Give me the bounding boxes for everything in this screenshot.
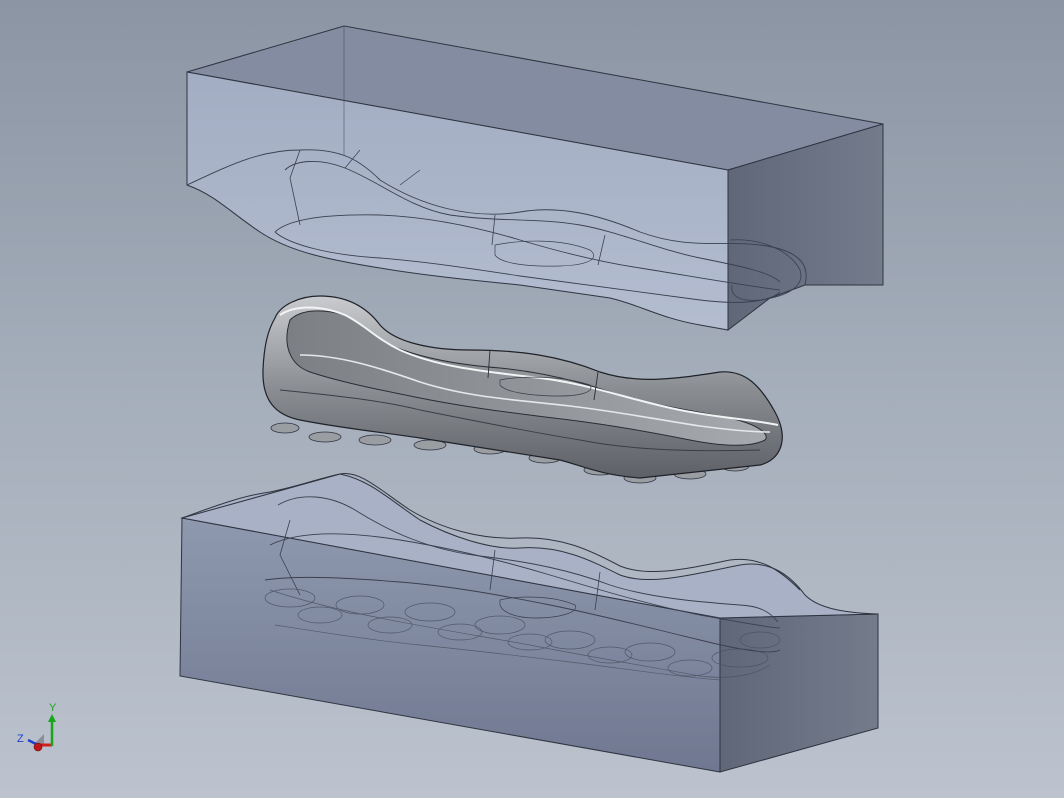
upper-mold-block[interactable] [186, 25, 884, 332]
coordinate-triad[interactable]: Y Z [14, 700, 64, 760]
model-scene[interactable] [0, 0, 1064, 798]
y-axis-label: Y [49, 702, 57, 714]
lower-mold-block[interactable] [179, 472, 879, 773]
z-axis-label: Z [17, 733, 24, 745]
graphics-viewport[interactable]: Y Z [0, 0, 1064, 798]
